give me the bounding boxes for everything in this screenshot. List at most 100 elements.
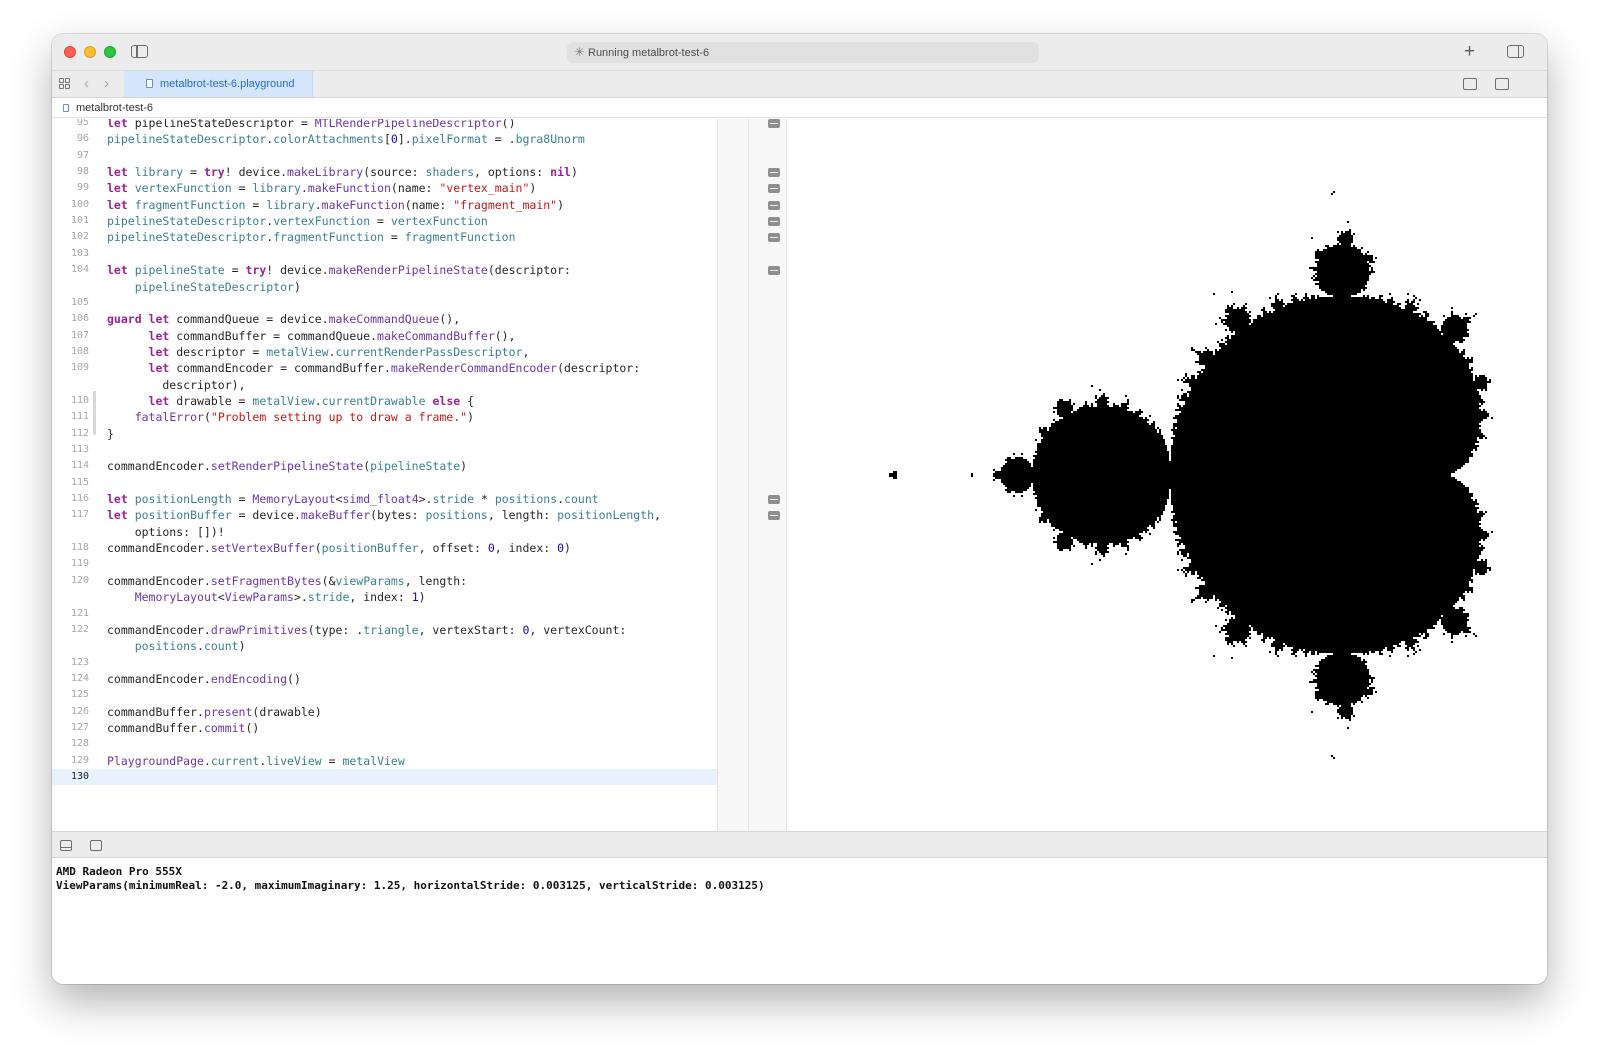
forward-chevron-icon[interactable]: › xyxy=(104,74,109,94)
code-line[interactable]: 127 commandBuffer.commit() xyxy=(52,720,717,736)
line-number: 124 xyxy=(70,672,89,684)
code-line[interactable]: 117 let positionBuffer = device.makeBuffe… xyxy=(52,507,717,523)
code-token: drawable = xyxy=(176,393,253,408)
quick-look-icon[interactable] xyxy=(768,266,780,276)
code-line[interactable]: options: [])! xyxy=(52,524,717,540)
code-token: let xyxy=(107,197,135,212)
code-line[interactable]: 96 pipelineStateDescriptor.colorAttachmen… xyxy=(52,131,717,147)
jump-bar: metalbrot-test-6 xyxy=(52,98,1547,118)
code-line[interactable]: 116 let positionLength = MemoryLayout<sim… xyxy=(52,491,717,507)
code-line[interactable]: 112} xyxy=(52,426,717,442)
code-line[interactable]: 107 let commandBuffer = commandQueue.mak… xyxy=(52,328,717,344)
hide-debug-area-icon[interactable] xyxy=(60,840,72,851)
related-items-icon[interactable] xyxy=(59,78,71,90)
code-token: . xyxy=(300,181,308,196)
code-line[interactable]: 123 xyxy=(52,655,717,671)
live-view[interactable] xyxy=(787,119,1547,831)
code-line[interactable]: 115 xyxy=(52,475,717,491)
quick-look-icon[interactable] xyxy=(768,495,780,505)
code-token: ! device. xyxy=(224,165,288,180)
code-line[interactable]: 95 let pipelineStateDescriptor = MTLRende… xyxy=(52,119,717,131)
code-line[interactable]: 111 fatalError("Problem setting up to dr… xyxy=(52,409,717,425)
code-token: setVertexBuffer xyxy=(210,541,315,556)
code-token: makeFunction xyxy=(307,181,391,196)
zoom-button[interactable] xyxy=(104,46,116,58)
code-line[interactable]: 119 xyxy=(52,556,717,572)
code-token: commandEncoder. xyxy=(107,459,211,474)
code-line[interactable]: 106 guard let commandQueue = device.makeC… xyxy=(52,311,717,327)
code-line[interactable]: 99 let vertexFunction = library.makeFunct… xyxy=(52,180,717,196)
quick-look-icon[interactable] xyxy=(768,168,780,178)
quick-look-icon[interactable] xyxy=(768,233,780,243)
tab-playground-file[interactable]: metalbrot-test-6.playground xyxy=(124,71,313,97)
code-line[interactable]: 100 let fragmentFunction = library.makeFu… xyxy=(52,197,717,213)
code-line[interactable]: 128 xyxy=(52,736,717,752)
quick-look-icon[interactable] xyxy=(768,217,780,227)
code-token: ) xyxy=(467,410,475,425)
code-line[interactable]: 124 commandEncoder.endEncoding() xyxy=(52,671,717,687)
quick-look-icon[interactable] xyxy=(768,184,780,194)
line-number: 98 xyxy=(76,166,89,178)
code-token: MemoryLayout xyxy=(134,590,218,605)
quick-look-icon[interactable] xyxy=(768,511,780,521)
inspector-toggle-icon[interactable] xyxy=(1507,45,1524,58)
close-button[interactable] xyxy=(64,46,76,58)
code-token: , vertexCount: xyxy=(529,622,627,637)
line-number: 122 xyxy=(70,623,89,635)
code-line[interactable]: 120 commandEncoder.setFragmentBytes(&view… xyxy=(52,573,717,589)
quick-look-icon[interactable] xyxy=(768,119,780,128)
code-line[interactable]: 122 commandEncoder.drawPrimitives(type: .… xyxy=(52,622,717,638)
code-text: commandEncoder.setVertexBuffer(positionB… xyxy=(107,540,571,556)
code-line[interactable]: pipelineStateDescriptor) xyxy=(52,279,717,295)
code-line[interactable]: 104 let pipelineState = try! device.makeR… xyxy=(52,262,717,278)
code-line[interactable]: 98 let library = try! device.makeLibrary(… xyxy=(52,164,717,180)
code-line[interactable]: 125 xyxy=(52,687,717,703)
code-line[interactable]: 118 commandEncoder.setVertexBuffer(positi… xyxy=(52,540,717,556)
code-line[interactable]: 121 xyxy=(52,606,717,622)
code-token: ) xyxy=(460,459,468,474)
source-editor[interactable]: 95 let pipelineStateDescriptor = MTLRende… xyxy=(52,119,717,831)
code-line[interactable]: MemoryLayout<ViewParams>.stride, index: … xyxy=(52,589,717,605)
code-line[interactable]: 102 pipelineStateDescriptor.fragmentFunct… xyxy=(52,229,717,245)
code-line[interactable]: 97 xyxy=(52,148,717,164)
code-line[interactable]: 108 let descriptor = metalView.currentRe… xyxy=(52,344,717,360)
code-token: vertexFunction xyxy=(273,214,371,229)
code-line[interactable]: positions.count) xyxy=(52,638,717,654)
minimize-button[interactable] xyxy=(84,46,96,58)
code-line[interactable]: 109 let commandEncoder = commandBuffer.m… xyxy=(52,360,717,376)
navigator-toggle-icon[interactable] xyxy=(131,45,148,58)
line-number: 101 xyxy=(70,215,89,227)
add-editor-icon[interactable] xyxy=(1495,78,1509,90)
code-token: metalView xyxy=(252,393,315,408)
code-token: makeCommandQueue xyxy=(328,312,440,327)
code-line[interactable]: 129 PlaygroundPage.current.liveView = met… xyxy=(52,753,717,769)
code-token: 0 xyxy=(487,541,495,556)
code-line[interactable]: 110 let drawable = metalView.currentDraw… xyxy=(52,393,717,409)
line-number: 127 xyxy=(70,721,89,733)
code-token: ( xyxy=(314,541,322,556)
code-text: let pipelineStateDescriptor = MTLRenderP… xyxy=(107,119,516,131)
code-token: , length: xyxy=(404,573,468,588)
code-line[interactable]: 114 commandEncoder.setRenderPipelineState… xyxy=(52,458,717,474)
code-line[interactable]: 130 xyxy=(52,769,717,785)
debug-bar xyxy=(52,831,1547,858)
editor-options-icon[interactable] xyxy=(1463,78,1477,90)
code-line[interactable]: 113 xyxy=(52,442,717,458)
code-line[interactable]: 101 pipelineStateDescriptor.vertexFunctio… xyxy=(52,213,717,229)
code-line[interactable]: 103 xyxy=(52,246,717,262)
code-token: pixelFormat xyxy=(411,132,488,147)
breadcrumb[interactable]: metalbrot-test-6 xyxy=(76,98,153,118)
add-icon[interactable]: + xyxy=(1464,41,1475,63)
code-line[interactable]: 105 xyxy=(52,295,717,311)
results-sidebar xyxy=(717,119,787,831)
code-token: fragmentFunction xyxy=(404,230,516,245)
activity-view: ✳ Running metalbrot-test-6 xyxy=(567,42,1039,63)
back-chevron-icon[interactable]: ‹ xyxy=(84,74,89,94)
line-number: 114 xyxy=(70,460,89,472)
code-line[interactable]: 126 commandBuffer.present(drawable) xyxy=(52,704,717,720)
code-token: shaders xyxy=(425,165,474,180)
quick-look-icon[interactable] xyxy=(768,200,780,210)
code-line[interactable]: descriptor), xyxy=(52,377,717,393)
split-console-icon[interactable] xyxy=(90,840,102,851)
